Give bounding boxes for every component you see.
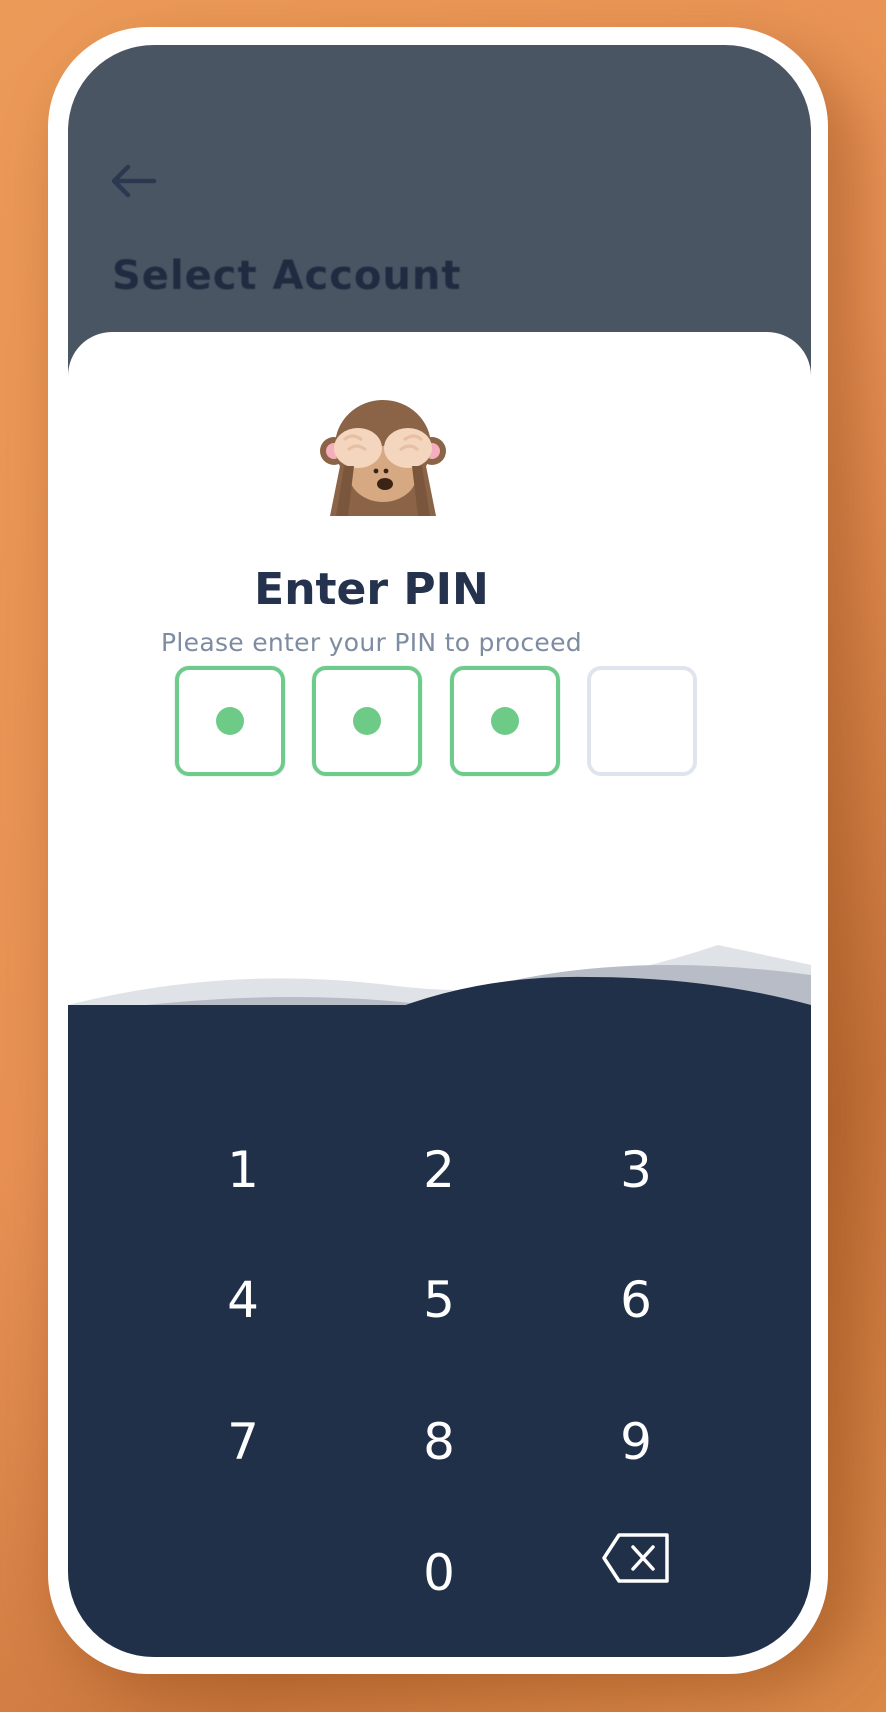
pin-digit-box[interactable] [450,666,560,776]
keypad: 1 2 3 4 5 6 7 8 9 0 [68,1005,811,1657]
backspace-icon [602,1533,669,1583]
pin-dot [216,707,244,735]
pin-title: Enter PIN [254,564,489,615]
pin-subtitle: Please enter your PIN to proceed [161,628,582,657]
pin-digit-box[interactable] [175,666,285,776]
key-4[interactable]: 4 [153,1245,333,1355]
key-7[interactable]: 7 [153,1387,333,1497]
pin-digit-box[interactable] [587,666,697,776]
arrow-left-icon[interactable] [108,160,168,200]
key-6[interactable]: 6 [546,1245,726,1355]
pin-digit-box[interactable] [312,666,422,776]
pin-dot [353,707,381,735]
key-2[interactable]: 2 [349,1115,529,1225]
see-no-evil-monkey-icon [320,400,446,516]
backspace-button[interactable] [546,1503,726,1613]
key-0[interactable]: 0 [349,1518,529,1628]
key-1[interactable]: 1 [153,1115,333,1225]
key-3[interactable]: 3 [546,1115,726,1225]
key-8[interactable]: 8 [349,1387,529,1497]
pin-dot [491,707,519,735]
key-9[interactable]: 9 [546,1387,726,1497]
page-title: Select Account [112,253,462,299]
key-5[interactable]: 5 [349,1245,529,1355]
